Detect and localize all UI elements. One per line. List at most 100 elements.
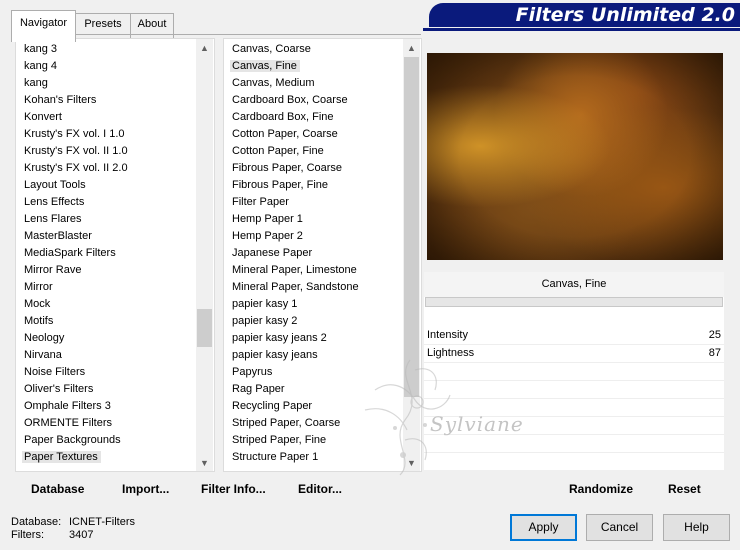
category-item-label: Paper Textures bbox=[22, 451, 101, 463]
scroll-up-icon[interactable]: ▲ bbox=[403, 39, 420, 56]
category-item[interactable]: Krusty's FX vol. II 2.0 bbox=[22, 160, 131, 177]
apply-button[interactable]: Apply bbox=[510, 514, 577, 541]
category-item[interactable]: Mirror Rave bbox=[22, 262, 84, 279]
category-item-label: Neology bbox=[24, 332, 65, 344]
filter-item[interactable]: Hemp Paper 2 bbox=[230, 228, 306, 245]
category-item[interactable]: MasterBlaster bbox=[22, 228, 95, 245]
import-button[interactable]: Import... bbox=[122, 480, 169, 498]
category-item[interactable]: Krusty's FX vol. II 1.0 bbox=[22, 143, 131, 160]
param-value[interactable]: 87 bbox=[709, 345, 721, 362]
category-item-label: MediaSpark Filters bbox=[24, 247, 116, 259]
filter-item-label: Papyrus bbox=[232, 366, 273, 378]
tab-about[interactable]: About bbox=[130, 13, 174, 40]
cancel-button[interactable]: Cancel bbox=[586, 514, 653, 541]
category-item-label: MasterBlaster bbox=[24, 230, 92, 242]
category-item-label: Krusty's FX vol. I 1.0 bbox=[24, 128, 125, 140]
param-value[interactable]: 25 bbox=[709, 327, 721, 344]
filter-item[interactable]: Rag Paper bbox=[230, 381, 288, 398]
filter-scrollbar[interactable]: ▲ ▼ bbox=[403, 39, 420, 471]
parameter-panel: Canvas, Fine Intensity 25 Lightness 87 bbox=[424, 272, 724, 470]
category-item-label: kang 3 bbox=[24, 43, 58, 55]
category-item[interactable]: MediaSpark Filters bbox=[22, 245, 119, 262]
filter-list[interactable]: Canvas, Coarse Canvas, Fine Canvas, Medium… bbox=[223, 38, 422, 472]
filter-item[interactable]: Canvas, Coarse bbox=[230, 41, 314, 58]
editor-button[interactable]: Editor... bbox=[298, 480, 342, 498]
category-item[interactable]: Konvert bbox=[22, 109, 65, 126]
filter-item[interactable]: papier kasy 2 bbox=[230, 313, 300, 330]
category-scroll-thumb[interactable] bbox=[197, 309, 212, 347]
category-item[interactable]: Oliver's Filters bbox=[22, 381, 96, 398]
category-item[interactable]: Neology bbox=[22, 330, 67, 347]
filter-item[interactable]: Mineral Paper, Limestone bbox=[230, 262, 360, 279]
filter-item[interactable]: Japanese Paper bbox=[230, 245, 315, 262]
category-item[interactable]: Mirror bbox=[22, 279, 56, 296]
filter-item[interactable]: Fibrous Paper, Coarse bbox=[230, 160, 345, 177]
category-item[interactable]: Kohan's Filters bbox=[22, 92, 99, 109]
filter-item-label: papier kasy jeans 2 bbox=[232, 332, 327, 344]
category-item[interactable]: Motifs bbox=[22, 313, 56, 330]
category-item[interactable]: Layout Tools bbox=[22, 177, 89, 194]
filter-item[interactable]: Recycling Paper bbox=[230, 398, 315, 415]
category-item[interactable]: Paper Backgrounds bbox=[22, 432, 124, 449]
filter-item-label: Cardboard Box, Coarse bbox=[232, 94, 348, 106]
category-item[interactable]: ORMENTE Filters bbox=[22, 415, 115, 432]
category-item[interactable]: Lens Flares bbox=[22, 211, 84, 228]
reset-button[interactable]: Reset bbox=[668, 480, 701, 498]
category-item-label: Noise Filters bbox=[24, 366, 86, 378]
category-item[interactable]: Nirvana bbox=[22, 347, 65, 364]
filter-info-button[interactable]: Filter Info... bbox=[201, 480, 266, 498]
category-item[interactable]: Krusty's FX vol. I 1.0 bbox=[22, 126, 128, 143]
scroll-up-icon[interactable]: ▲ bbox=[196, 39, 213, 56]
filter-item[interactable]: Cotton Paper, Coarse bbox=[230, 126, 341, 143]
filter-item[interactable]: Papyrus bbox=[230, 364, 275, 381]
filter-item-label: Mineral Paper, Limestone bbox=[232, 264, 357, 276]
filter-item-label: Structure Paper 1 bbox=[232, 451, 319, 463]
category-item[interactable]: kang 4 bbox=[22, 58, 60, 75]
category-item[interactable]: Paper Textures bbox=[22, 449, 101, 466]
category-item-label: Paper Backgrounds bbox=[24, 434, 121, 446]
param-row-lightness[interactable]: Lightness 87 bbox=[424, 345, 724, 363]
category-item-label: Mock bbox=[24, 298, 51, 310]
tab-presets[interactable]: Presets bbox=[75, 13, 131, 40]
filter-item-label: Fibrous Paper, Fine bbox=[232, 179, 328, 191]
category-list[interactable]: kang 3 kang 4 kang Kohan's Filters Konvert Kr… bbox=[15, 38, 215, 472]
category-item-label: Omphale Filters 3 bbox=[24, 400, 111, 412]
filter-scroll-thumb[interactable] bbox=[404, 57, 419, 397]
category-item-label: Krusty's FX vol. II 2.0 bbox=[24, 162, 128, 174]
filter-item[interactable]: Striped Paper, Fine bbox=[230, 432, 329, 449]
filter-name-bar bbox=[425, 297, 723, 307]
filter-item[interactable]: Hemp Paper 1 bbox=[230, 211, 306, 228]
scroll-down-icon[interactable]: ▼ bbox=[403, 454, 420, 471]
filter-item-label: Canvas, Fine bbox=[230, 60, 300, 72]
category-item[interactable]: kang bbox=[22, 75, 51, 92]
filter-item[interactable]: Fibrous Paper, Fine bbox=[230, 177, 331, 194]
filter-item-label: Fibrous Paper, Coarse bbox=[232, 162, 343, 174]
filter-item[interactable]: papier kasy jeans 2 bbox=[230, 330, 330, 347]
filter-item[interactable]: Structure Paper 1 bbox=[230, 449, 321, 466]
filter-item[interactable]: Canvas, Medium bbox=[230, 75, 318, 92]
filter-item[interactable]: Cardboard Box, Fine bbox=[230, 109, 337, 126]
category-item-label: Oliver's Filters bbox=[24, 383, 94, 395]
scroll-down-icon[interactable]: ▼ bbox=[196, 454, 213, 471]
tab-navigator[interactable]: Navigator bbox=[11, 10, 76, 42]
filter-item[interactable]: Cardboard Box, Coarse bbox=[230, 92, 351, 109]
filter-item[interactable]: Canvas, Fine bbox=[230, 58, 300, 75]
category-item[interactable]: Mock bbox=[22, 296, 53, 313]
category-item[interactable]: Omphale Filters 3 bbox=[22, 398, 114, 415]
filter-item[interactable]: papier kasy jeans bbox=[230, 347, 321, 364]
randomize-button[interactable]: Randomize bbox=[569, 480, 633, 498]
help-button[interactable]: Help bbox=[663, 514, 730, 541]
filter-item[interactable]: Mineral Paper, Sandstone bbox=[230, 279, 362, 296]
param-divider bbox=[424, 452, 724, 453]
category-item[interactable]: Noise Filters bbox=[22, 364, 88, 381]
category-scrollbar[interactable]: ▲ ▼ bbox=[196, 39, 213, 471]
filter-item[interactable]: papier kasy 1 bbox=[230, 296, 300, 313]
filter-item[interactable]: Filter Paper bbox=[230, 194, 292, 211]
filter-item-label: papier kasy 1 bbox=[232, 298, 298, 310]
category-item[interactable]: Lens Effects bbox=[22, 194, 87, 211]
param-row-intensity[interactable]: Intensity 25 bbox=[424, 327, 724, 345]
filter-item[interactable]: Striped Paper, Coarse bbox=[230, 415, 343, 432]
category-item[interactable]: kang 3 bbox=[22, 41, 60, 58]
filter-item[interactable]: Cotton Paper, Fine bbox=[230, 143, 327, 160]
database-button[interactable]: Database bbox=[31, 480, 84, 498]
